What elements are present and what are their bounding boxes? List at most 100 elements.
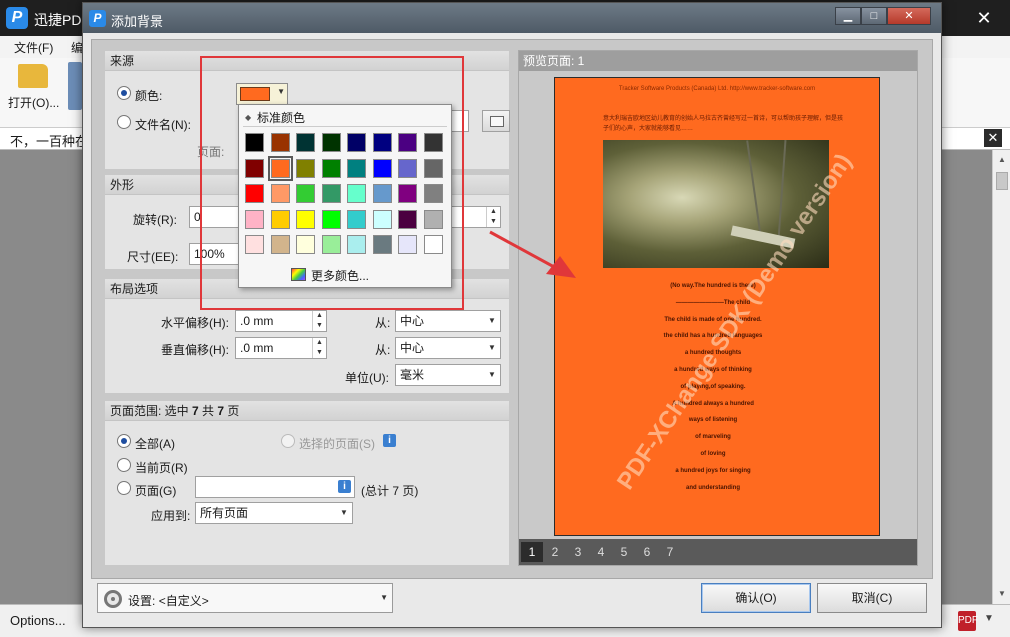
color-swatch[interactable] xyxy=(245,158,264,178)
tab-close-icon[interactable]: ✕ xyxy=(984,129,1002,147)
file-radio[interactable] xyxy=(117,115,131,129)
unit-select[interactable]: 毫米 ▼ xyxy=(395,364,501,386)
v-offset-field[interactable]: .0 mm ▲ ▼ xyxy=(235,337,327,359)
scroll-thumb[interactable] xyxy=(996,172,1008,190)
h-offset-field[interactable]: .0 mm ▲ ▼ xyxy=(235,310,327,332)
color-swatch[interactable] xyxy=(372,235,392,254)
apply-to-value: 所有页面 xyxy=(200,506,249,520)
page-number-button[interactable]: 5 xyxy=(613,542,635,562)
folder-open-icon[interactable] xyxy=(18,64,48,88)
browse-file-button[interactable] xyxy=(482,110,510,132)
color-swatch[interactable] xyxy=(296,184,315,203)
color-swatch[interactable] xyxy=(296,158,315,178)
vertical-scrollbar[interactable]: ▲ ▼ xyxy=(992,150,1010,604)
color-swatch[interactable] xyxy=(270,209,290,229)
pdf-icon[interactable]: PDF xyxy=(958,611,978,631)
color-swatch[interactable] xyxy=(321,235,341,254)
color-swatch[interactable] xyxy=(267,155,293,181)
color-swatch[interactable] xyxy=(270,184,290,203)
v-from-select[interactable]: 中心 ▼ xyxy=(395,337,501,359)
color-swatch[interactable] xyxy=(347,133,366,152)
settings-select[interactable]: 设置: <自定义> ▼ xyxy=(97,583,393,613)
h-from-select[interactable]: 中心 ▼ xyxy=(395,310,501,332)
page-number-button[interactable]: 6 xyxy=(636,542,658,562)
color-swatch[interactable] xyxy=(245,235,264,254)
color-swatch[interactable] xyxy=(347,158,366,178)
rotation-spinner[interactable]: ▲ ▼ xyxy=(486,207,500,227)
cancel-button[interactable]: 取消(C) xyxy=(817,583,927,613)
color-swatch[interactable] xyxy=(321,133,341,152)
rotation-value: 0 xyxy=(194,210,201,224)
color-swatch[interactable] xyxy=(398,209,417,229)
color-swatch[interactable] xyxy=(245,184,264,203)
more-colors-button[interactable]: 更多颜色... xyxy=(291,267,369,284)
selected-pages-radio[interactable] xyxy=(281,434,295,448)
color-swatch[interactable] xyxy=(296,133,315,152)
page-number-button[interactable]: 7 xyxy=(659,542,681,562)
color-swatch[interactable] xyxy=(398,158,417,178)
color-swatch[interactable] xyxy=(398,133,417,152)
current-page-radio[interactable] xyxy=(117,458,131,472)
app-close-button[interactable]: ✕ xyxy=(964,4,1004,32)
color-swatch[interactable] xyxy=(372,209,392,229)
color-swatch[interactable] xyxy=(423,209,443,229)
color-swatch[interactable] xyxy=(423,158,443,178)
swing-chain xyxy=(746,140,762,238)
ok-button[interactable]: 确认(O) xyxy=(701,583,811,613)
pages-input[interactable]: i xyxy=(195,476,355,498)
unit-label: 单位(U): xyxy=(345,371,389,385)
color-radio[interactable] xyxy=(117,86,131,100)
page-number-button[interactable]: 4 xyxy=(590,542,612,562)
gear-icon xyxy=(104,590,122,608)
maximize-button[interactable]: □ xyxy=(861,7,887,25)
color-swatch[interactable] xyxy=(245,133,264,152)
color-swatch[interactable] xyxy=(321,209,341,229)
h-offset-spinner[interactable]: ▲ ▼ xyxy=(312,311,326,331)
color-swatch[interactable] xyxy=(347,235,366,254)
color-swatch[interactable] xyxy=(372,184,392,203)
color-swatch[interactable] xyxy=(423,184,443,203)
info-icon[interactable]: i xyxy=(383,434,396,447)
scroll-up-icon[interactable]: ▲ xyxy=(996,154,1008,166)
document-tab[interactable]: 不，一百种在 xyxy=(10,131,88,150)
color-swatch[interactable] xyxy=(270,235,290,254)
color-picker-button[interactable]: ▼ xyxy=(236,83,288,105)
v-offset-spinner[interactable]: ▲ ▼ xyxy=(312,338,326,358)
pages-label: 页面(G) xyxy=(135,484,177,498)
color-swatch[interactable] xyxy=(398,184,417,203)
chevron-down-icon[interactable]: ▼ xyxy=(984,613,994,624)
color-swatch[interactable] xyxy=(296,235,315,254)
ribbon-open-label[interactable]: 打开(O)... xyxy=(8,94,59,111)
color-swatch[interactable] xyxy=(296,209,315,229)
minimize-button[interactable]: ▁ xyxy=(835,7,861,25)
color-swatch[interactable] xyxy=(423,133,443,152)
scroll-down-icon[interactable]: ▼ xyxy=(996,588,1008,600)
color-swatch[interactable] xyxy=(321,158,341,178)
color-label: 颜色: xyxy=(135,89,163,103)
save-icon[interactable] xyxy=(68,62,82,110)
color-swatch[interactable] xyxy=(398,235,417,254)
color-swatch[interactable] xyxy=(321,184,341,203)
color-swatch[interactable] xyxy=(347,209,366,229)
apply-to-select[interactable]: 所有页面 ▼ xyxy=(195,502,353,524)
pages-total-label: (总计 7 页) xyxy=(361,484,419,498)
apply-to-label: 应用到: xyxy=(151,509,191,523)
dialog-close-button[interactable]: ✕ xyxy=(887,7,931,25)
poem-line: A hundred always a hundred xyxy=(672,400,754,407)
menu-file[interactable]: 文件(F) xyxy=(14,39,53,56)
poem-line: (No way.The hundred is there) xyxy=(670,283,756,289)
dialog-body: 来源 颜色: 文件名(N): 页面: ▼ 外形 旋转(R): 0 ▲ ▼ 尺寸(E… xyxy=(91,39,933,579)
page-number-button[interactable]: 2 xyxy=(544,542,566,562)
color-swatch[interactable] xyxy=(423,235,443,254)
color-swatch[interactable] xyxy=(347,184,366,203)
page-number-button[interactable]: 3 xyxy=(567,542,589,562)
status-options-menu[interactable]: Options... xyxy=(10,613,66,628)
color-swatch[interactable] xyxy=(245,209,264,229)
pages-info-icon[interactable]: i xyxy=(338,480,351,493)
color-swatch[interactable] xyxy=(372,158,392,178)
all-pages-radio[interactable] xyxy=(117,434,131,448)
color-swatch[interactable] xyxy=(270,133,290,152)
color-swatch[interactable] xyxy=(372,133,392,152)
page-number-button[interactable]: 1 xyxy=(521,542,543,562)
pages-radio[interactable] xyxy=(117,481,131,495)
